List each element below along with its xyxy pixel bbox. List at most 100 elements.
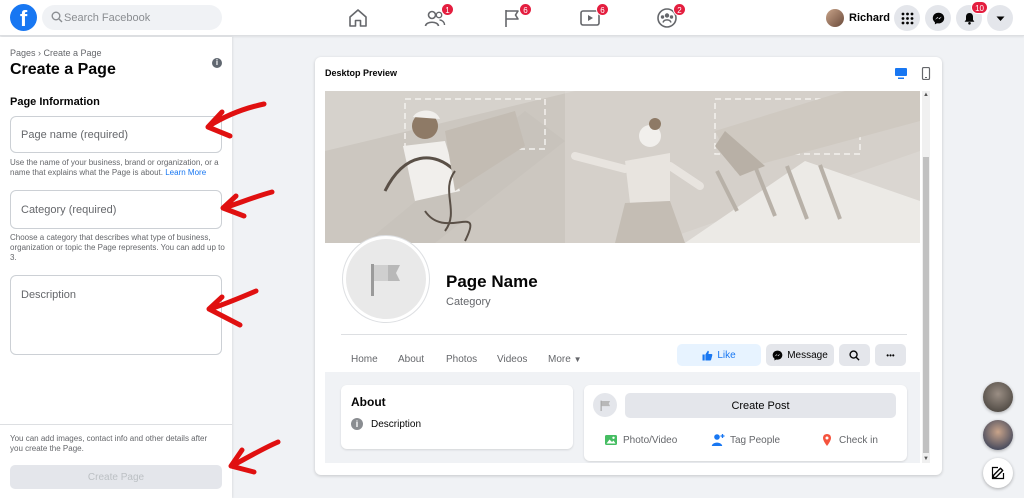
new-message-button[interactable] <box>983 458 1013 488</box>
menu-button[interactable] <box>894 5 920 31</box>
page-name-help: Use the name of your business, brand or … <box>10 158 225 178</box>
desktop-icon[interactable] <box>894 67 908 80</box>
tab-more[interactable]: More ▼ <box>548 354 582 365</box>
contact-avatar[interactable] <box>983 420 1013 450</box>
check-in-label: Check in <box>839 434 878 446</box>
notifications-button[interactable]: 10 <box>956 1 988 31</box>
check-in-action[interactable]: Check in <box>820 433 878 447</box>
annotation-arrow <box>220 189 275 219</box>
scrollbar-thumb[interactable] <box>923 157 929 453</box>
account-dropdown-button[interactable] <box>987 5 1013 31</box>
cover-photo <box>325 91 920 243</box>
annotation-arrow <box>205 101 267 139</box>
tab-about[interactable]: About <box>398 354 424 365</box>
annotation-arrow <box>228 439 281 475</box>
location-pin-icon <box>823 434 831 446</box>
description-field[interactable] <box>10 275 222 355</box>
more-options-button[interactable]: ••• <box>875 344 906 366</box>
tag-people-action[interactable]: Tag People <box>711 433 780 447</box>
search-box[interactable] <box>42 5 222 30</box>
page-name-field[interactable] <box>10 116 222 153</box>
footer-text: You can add images, contact info and oth… <box>10 434 208 453</box>
thumbs-up-icon <box>702 350 713 360</box>
breadcrumb[interactable]: Pages › Create a Page <box>10 48 102 58</box>
pages-badge: 6 <box>519 3 532 16</box>
category-field[interactable] <box>10 190 222 229</box>
tag-people-icon <box>711 434 725 446</box>
home-icon <box>349 9 367 27</box>
caret-down-icon: ▼ <box>573 355 582 364</box>
like-button[interactable]: Like <box>677 344 761 366</box>
info-icon: i <box>351 418 363 430</box>
avatar <box>593 393 617 417</box>
panel-footer: You can add images, contact info and oth… <box>0 424 232 498</box>
create-page-panel: Pages › Create a Page Create a Page i Pa… <box>0 37 232 498</box>
caret-down-icon <box>996 16 1004 21</box>
create-page-button[interactable]: Create Page <box>10 465 222 489</box>
page-name-preview: Page Name <box>446 272 538 291</box>
search-page-button[interactable] <box>839 344 870 366</box>
create-post-button[interactable]: Create Post <box>625 393 896 418</box>
page-title: Create a Page <box>10 61 116 78</box>
search-input[interactable] <box>64 5 214 30</box>
learn-more-link[interactable]: Learn More <box>165 168 206 177</box>
notifications-badge: 10 <box>971 1 988 14</box>
profile-picture-placeholder <box>343 236 429 322</box>
search-icon <box>51 11 63 23</box>
tab-more-label: More <box>548 354 571 365</box>
like-label: Like <box>717 349 736 361</box>
about-heading: About <box>351 395 386 409</box>
annotation-arrow <box>206 288 259 328</box>
compose-icon <box>991 466 1005 480</box>
messenger-icon <box>932 12 944 24</box>
divider <box>341 334 907 335</box>
photo-icon <box>605 435 617 445</box>
groups-badge: 2 <box>673 3 686 16</box>
section-heading: Page Information <box>10 96 100 108</box>
flag-icon <box>371 264 400 296</box>
message-button[interactable]: Message <box>766 344 834 366</box>
description-input[interactable] <box>11 276 221 354</box>
tab-home[interactable]: Home <box>351 354 378 365</box>
desktop-preview-card: Desktop Preview Page Name Category Home … <box>315 57 942 475</box>
avatar <box>826 9 844 27</box>
messenger-button[interactable] <box>925 5 951 31</box>
page-category-preview: Category <box>446 296 491 308</box>
photo-video-action[interactable]: Photo/Video <box>604 433 677 447</box>
message-label: Message <box>787 349 828 361</box>
preview-scrollbar[interactable]: ▲ ▼ <box>922 91 930 463</box>
watch-badge: 6 <box>596 3 609 16</box>
nav-friends[interactable]: 1 <box>424 3 454 29</box>
cover-illustration <box>325 91 920 243</box>
profile-link[interactable]: Richard <box>826 6 890 30</box>
about-description-row: i Description <box>351 418 421 430</box>
profile-name: Richard <box>849 12 890 24</box>
scroll-down-icon[interactable]: ▼ <box>922 455 930 463</box>
category-input[interactable] <box>11 191 221 228</box>
bell-icon <box>964 12 974 25</box>
nav-watch[interactable]: 6 <box>579 3 609 29</box>
page-info-section: Page Name Category Home About Photos Vid… <box>325 236 920 372</box>
facebook-logo[interactable]: f <box>10 4 37 31</box>
tag-people-label: Tag People <box>730 434 781 446</box>
mobile-icon[interactable] <box>919 67 933 80</box>
nav-pages[interactable]: 6 <box>502 3 532 29</box>
scroll-up-icon[interactable]: ▲ <box>922 91 930 99</box>
page-name-input[interactable] <box>11 117 221 152</box>
category-help: Choose a category that describes what ty… <box>10 233 225 262</box>
contact-avatar[interactable] <box>983 382 1013 412</box>
nav-home[interactable] <box>347 7 369 29</box>
search-icon <box>849 349 860 361</box>
messenger-icon <box>772 350 783 360</box>
about-card: About i Description <box>341 385 573 449</box>
tab-photos[interactable]: Photos <box>446 354 477 365</box>
preview-canvas: Page Name Category Home About Photos Vid… <box>325 91 920 463</box>
about-description: Description <box>371 418 422 430</box>
info-icon[interactable]: i <box>212 58 222 68</box>
grid-icon <box>901 12 913 24</box>
flag-icon <box>600 400 610 411</box>
nav-groups[interactable]: 2 <box>656 3 686 29</box>
friends-badge: 1 <box>441 3 454 16</box>
top-navigation-bar: f 1 6 6 2 Richard 10 <box>0 0 1024 36</box>
tab-videos[interactable]: Videos <box>497 354 527 365</box>
